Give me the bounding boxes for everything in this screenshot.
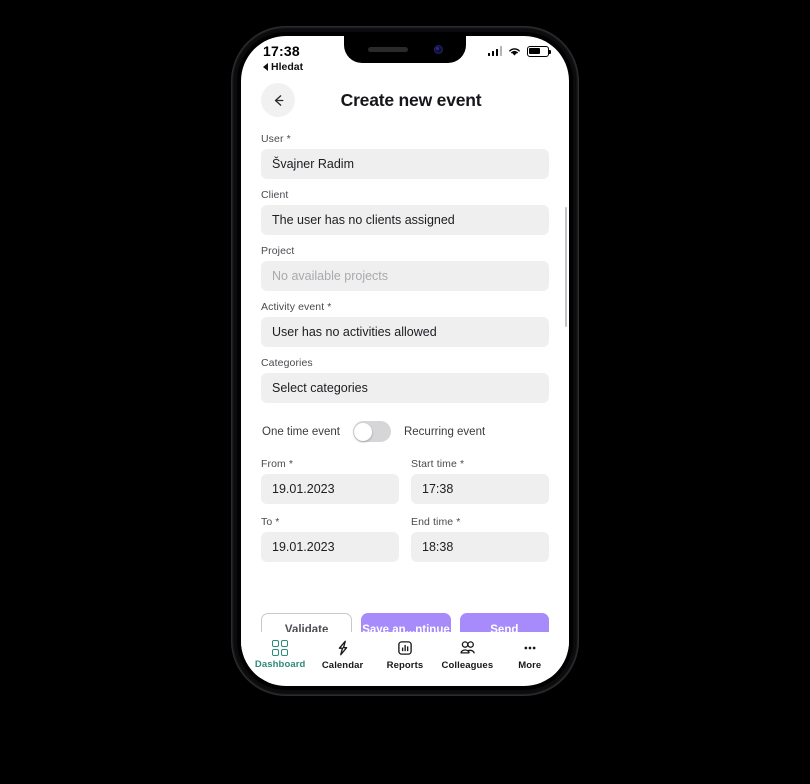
tab-more[interactable]: More: [501, 639, 559, 671]
field-start-time: Start time * 17:38: [411, 458, 549, 504]
tab-dashboard[interactable]: Dashboard: [251, 639, 309, 671]
front-camera-icon: [433, 45, 443, 54]
tab-label-reports: Reports: [386, 660, 424, 671]
ellipsis-icon: [524, 646, 536, 650]
tab-reports[interactable]: Reports: [376, 639, 434, 671]
dynamic-island-notch: [344, 36, 466, 63]
phone-frame: 17:38 Hledat Create new event User * Šva…: [232, 27, 578, 695]
from-start-row: From * 19.01.2023 Start time * 17:38: [261, 458, 549, 516]
field-end-time: End time * 18:38: [411, 516, 549, 562]
event-type-toggle-row: One time event Recurring event: [261, 421, 549, 442]
arrow-left-icon: [274, 94, 283, 106]
one-time-event-label: One time event: [262, 425, 340, 438]
field-project: Project No available projects: [261, 245, 549, 291]
field-label-activity-event: Activity event *: [261, 301, 332, 313]
recurring-event-label: Recurring event: [403, 425, 486, 438]
field-user: User * Švajner Radim: [261, 133, 549, 179]
wifi-icon: [509, 47, 520, 55]
field-label-from: From *: [261, 458, 294, 470]
field-label-categories: Categories: [261, 357, 313, 369]
back-to-app-label: Hledat: [271, 61, 304, 73]
field-label-end-time: End time *: [411, 516, 461, 528]
field-categories: Categories Select categories: [261, 357, 549, 403]
activity-event-input[interactable]: User has no activities allowed: [261, 317, 549, 347]
tab-label-more: More: [518, 660, 542, 671]
status-icons: [487, 45, 552, 57]
lightning-icon: [338, 640, 347, 656]
field-label-client: Client: [261, 189, 289, 201]
tab-label-dashboard: Dashboard: [254, 659, 306, 671]
from-date-input[interactable]: 19.01.2023: [261, 474, 399, 504]
phone-bezel: 17:38 Hledat Create new event User * Šva…: [237, 32, 573, 690]
field-label-to: To *: [261, 516, 280, 528]
battery-icon: [527, 45, 552, 57]
bottom-tab-bar: Dashboard Calendar Reports Colleagues Mo…: [241, 632, 569, 678]
people-icon: [460, 641, 475, 654]
speaker-grille: [367, 47, 408, 52]
phone-screen: 17:38 Hledat Create new event User * Šva…: [241, 36, 569, 686]
toggle-knob: [354, 422, 373, 441]
page-title: Create new event: [340, 89, 482, 110]
user-input[interactable]: Švajner Radim: [261, 149, 549, 179]
field-label-user: User *: [261, 133, 291, 145]
scrollbar[interactable]: [564, 207, 567, 327]
field-client: Client The user has no clients assigned: [261, 189, 549, 235]
field-from: From * 19.01.2023: [261, 458, 399, 504]
tab-calendar[interactable]: Calendar: [314, 639, 372, 671]
bar-chart-icon: [398, 641, 412, 655]
cellular-signal-icon: [487, 46, 502, 56]
tab-label-colleagues: Colleagues: [441, 660, 494, 671]
event-type-toggle[interactable]: [352, 421, 391, 442]
to-end-row: To * 19.01.2023 End time * 18:38: [261, 516, 549, 574]
field-label-project: Project: [261, 245, 295, 257]
project-input[interactable]: No available projects: [261, 261, 549, 291]
start-time-input[interactable]: 17:38: [411, 474, 549, 504]
event-form: User * Švajner Radim Client The user has…: [241, 121, 569, 607]
field-to: To * 19.01.2023: [261, 516, 399, 562]
grid-icon: [271, 639, 289, 657]
back-button[interactable]: [261, 83, 295, 117]
field-activity-event: Activity event * User has no activities …: [261, 301, 549, 347]
categories-input[interactable]: Select categories: [261, 373, 549, 403]
to-date-input[interactable]: 19.01.2023: [261, 532, 399, 562]
tab-colleagues[interactable]: Colleagues: [438, 639, 496, 671]
field-label-start-time: Start time *: [411, 458, 465, 470]
client-input[interactable]: The user has no clients assigned: [261, 205, 549, 235]
status-time: 17:38: [263, 43, 300, 59]
tab-label-calendar: Calendar: [321, 660, 364, 671]
app-header: Create new event: [241, 73, 569, 121]
back-triangle-icon: [263, 63, 268, 71]
end-time-input[interactable]: 18:38: [411, 532, 549, 562]
